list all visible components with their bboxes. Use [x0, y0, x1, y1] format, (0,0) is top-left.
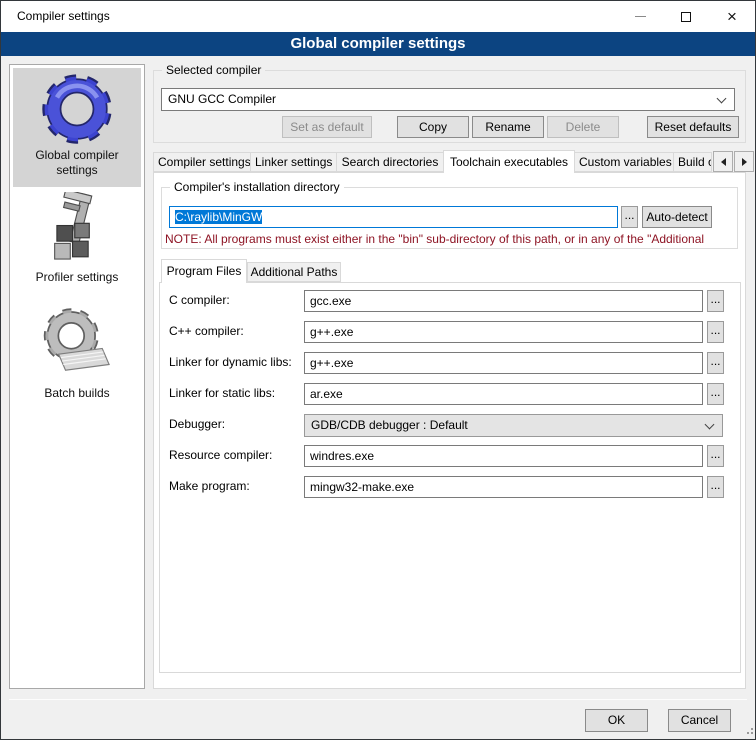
- make-program-label: Make program:: [169, 479, 301, 494]
- close-button[interactable]: ×: [709, 1, 755, 32]
- compiler-select-value: GNU GCC Compiler: [168, 92, 276, 106]
- auto-detect-button[interactable]: Auto-detect: [642, 206, 712, 228]
- titlebar[interactable]: Compiler settings ×: [1, 1, 755, 32]
- tab-compiler-settings[interactable]: Compiler settings: [153, 152, 251, 172]
- linker-for-static-libs-input[interactable]: ar.exe: [304, 383, 703, 405]
- debugger-label: Debugger:: [169, 417, 301, 432]
- sidebar-item-batch-builds[interactable]: Batch builds: [13, 302, 141, 418]
- tab-toolchain-executables[interactable]: Toolchain executables: [443, 150, 575, 173]
- c-compiler-browse-button[interactable]: ...: [707, 321, 724, 343]
- sidebar-item-profiler-settings[interactable]: Profiler settings: [13, 188, 141, 302]
- gear-blue-icon: [40, 72, 114, 146]
- linker-for-dynamic-libs-input[interactable]: g++.exe: [304, 352, 703, 374]
- chevron-down-icon: [705, 420, 715, 430]
- subtab-program-files[interactable]: Program Files: [161, 259, 247, 283]
- cancel-button[interactable]: Cancel: [668, 709, 731, 732]
- maximize-icon: [681, 12, 691, 22]
- ok-button[interactable]: OK: [585, 709, 648, 732]
- make-program-browse-button[interactable]: ...: [707, 476, 724, 498]
- chevron-down-icon: [717, 94, 727, 104]
- c-compiler-label: C++ compiler:: [169, 324, 301, 339]
- resource-compiler-input[interactable]: windres.exe: [304, 445, 703, 467]
- c-compiler-browse-button[interactable]: ...: [707, 290, 724, 312]
- installation-directory-value: C:\raylib\MinGW: [175, 210, 262, 224]
- resource-compiler-browse-button[interactable]: ...: [707, 445, 724, 467]
- minimize-icon: [635, 16, 646, 17]
- close-icon: ×: [727, 8, 737, 25]
- caliper-icon: [41, 192, 113, 268]
- maximize-button[interactable]: [663, 1, 709, 32]
- page-title: Global compiler settings: [1, 32, 755, 56]
- linker-for-dynamic-libs-browse-button[interactable]: ...: [707, 352, 724, 374]
- footer-divider: [9, 699, 747, 700]
- window-title: Compiler settings: [17, 1, 110, 32]
- tab-search-directories[interactable]: Search directories: [336, 152, 444, 172]
- minimize-button[interactable]: [617, 1, 663, 32]
- sidebar-item-label: Profiler settings: [13, 270, 141, 291]
- sidebar-item-label: Batch builds: [13, 386, 141, 407]
- selected-compiler-group-label: Selected compiler: [162, 63, 265, 78]
- compiler-settings-window: Compiler settings × Global compiler sett…: [0, 0, 756, 740]
- installation-note: NOTE: All programs must exist either in …: [165, 232, 717, 246]
- settings-category-list: Global compiler settings Profiler settin…: [9, 64, 145, 689]
- sidebar-item-label: Global compiler settings: [13, 148, 141, 184]
- reset-defaults-button[interactable]: Reset defaults: [647, 116, 739, 138]
- linker-for-static-libs-browse-button[interactable]: ...: [707, 383, 724, 405]
- tab-build-options[interactable]: Build options: [673, 152, 712, 172]
- debugger-select[interactable]: GDB/CDB debugger : Default: [304, 414, 723, 437]
- c-compiler-input[interactable]: g++.exe: [304, 321, 703, 343]
- c-compiler-input[interactable]: gcc.exe: [304, 290, 703, 312]
- gear-stack-icon: [40, 306, 114, 384]
- installation-directory-group-label: Compiler's installation directory: [170, 180, 344, 195]
- tab-scroll-left-button[interactable]: [713, 151, 733, 172]
- installation-directory-input[interactable]: C:\raylib\MinGW: [169, 206, 618, 228]
- linker-for-static-libs-label: Linker for static libs:: [169, 386, 301, 401]
- tab-custom-variables[interactable]: Custom variables: [574, 152, 674, 172]
- tab-scroll-right-icon: [742, 158, 747, 166]
- sidebar-item-global-compiler-settings[interactable]: Global compiler settings: [13, 68, 141, 187]
- linker-for-dynamic-libs-label: Linker for dynamic libs:: [169, 355, 301, 370]
- tab-scroll-left-icon: [721, 158, 726, 166]
- compiler-select[interactable]: GNU GCC Compiler: [161, 88, 735, 111]
- c-compiler-label: C compiler:: [169, 293, 301, 308]
- resource-compiler-label: Resource compiler:: [169, 448, 301, 463]
- make-program-input[interactable]: mingw32-make.exe: [304, 476, 703, 498]
- tab-scroll-right-button[interactable]: [734, 151, 754, 172]
- subtab-additional-paths[interactable]: Additional Paths: [247, 262, 341, 282]
- select-value: GDB/CDB debugger : Default: [311, 418, 468, 432]
- delete-button: Delete: [547, 116, 619, 138]
- rename-button[interactable]: Rename: [472, 116, 544, 138]
- set-as-default-button: Set as default: [282, 116, 372, 138]
- copy-button[interactable]: Copy: [397, 116, 469, 138]
- installation-directory-browse-button[interactable]: ...: [621, 206, 638, 228]
- tab-linker-settings[interactable]: Linker settings: [250, 152, 337, 172]
